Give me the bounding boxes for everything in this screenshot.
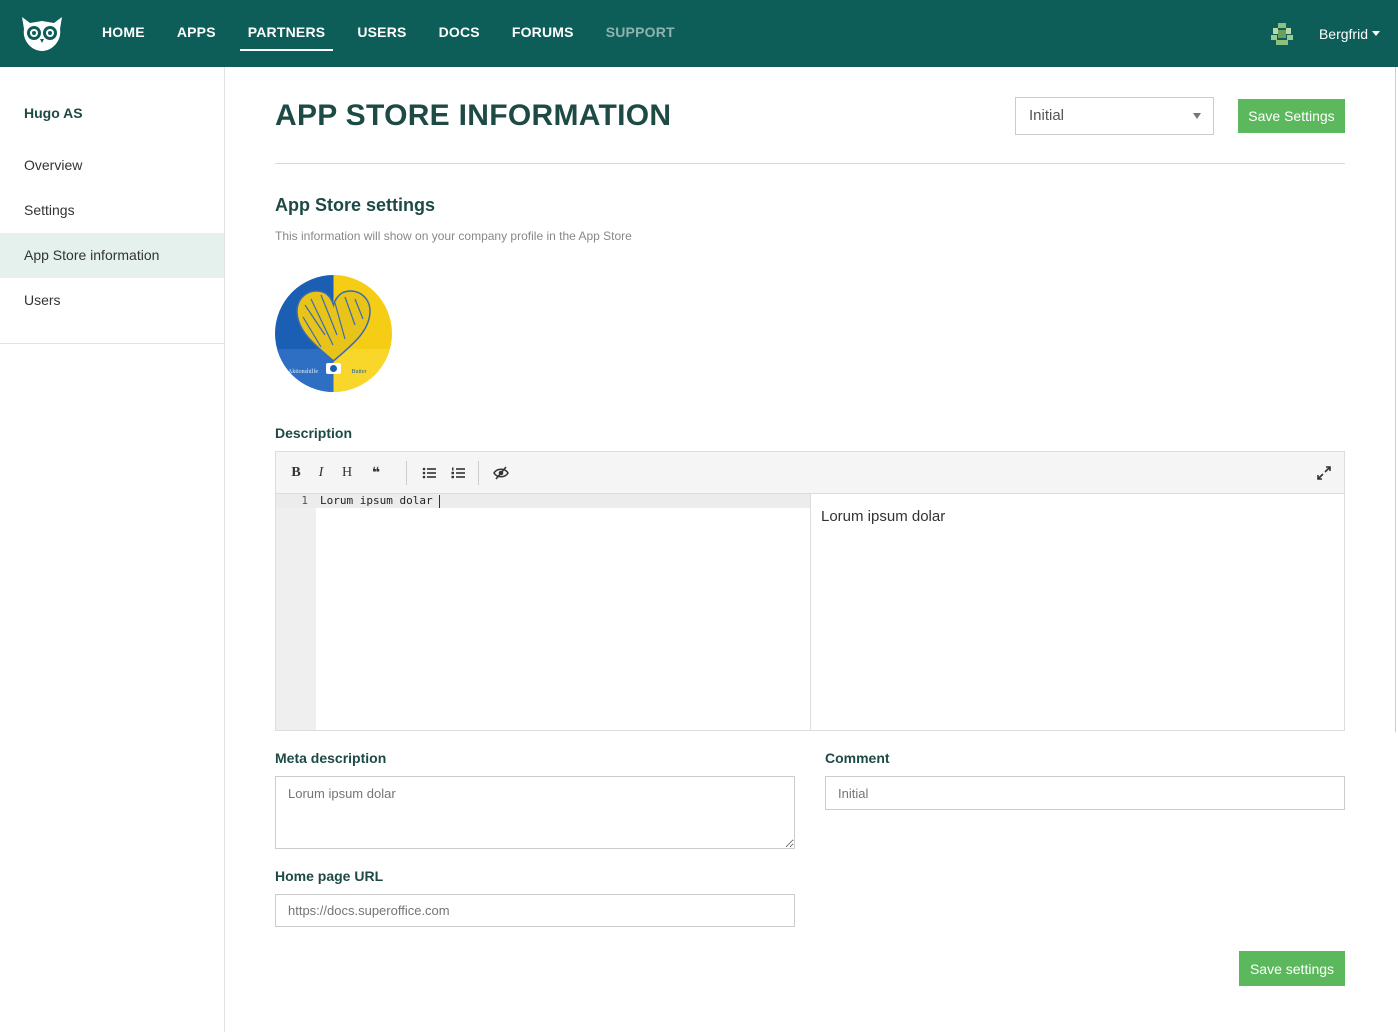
divider [275, 163, 1345, 164]
user-name[interactable]: Bergfrid [1319, 26, 1368, 42]
sidebar-item-users[interactable]: Users [0, 278, 224, 323]
status-select[interactable]: Initial [1015, 97, 1214, 135]
section-subtitle: This information will show on your compa… [275, 229, 632, 243]
editor-preview-text: Lorum ipsum dolar [821, 508, 946, 525]
nav-users[interactable]: USERS [357, 0, 406, 67]
editor-gutter [276, 494, 316, 730]
markdown-editor: B I H ❝ 1 Lorum ipsum dolar Lorum ipsum … [275, 451, 1345, 731]
nav-partners[interactable]: PARTNERS [239, 0, 333, 67]
bold-icon[interactable]: B [285, 462, 307, 484]
logo-caption-left: Aktionshilfe [288, 368, 318, 375]
meta-description-label: Meta description [275, 750, 387, 766]
toolbar-separator [406, 461, 407, 485]
editor-toolbar: B I H ❝ [276, 452, 1344, 494]
avatar [1270, 22, 1293, 45]
status-select-value: Initial [1029, 107, 1065, 124]
heading-icon[interactable]: H [336, 462, 358, 484]
scrollbar[interactable] [1395, 67, 1396, 732]
save-settings-bottom-button[interactable]: Save settings [1239, 951, 1345, 986]
italic-icon[interactable]: I [310, 462, 332, 484]
editor-code-text[interactable]: Lorum ipsum dolar [320, 494, 440, 508]
toolbar-separator [478, 461, 479, 485]
homepage-url-label: Home page URL [275, 868, 384, 884]
logo-caption-right: Butter [352, 369, 367, 375]
sidebar: Hugo AS Overview Settings App Store info… [0, 67, 225, 1032]
sidebar-item-settings[interactable]: Settings [0, 188, 224, 233]
section-title: App Store settings [275, 195, 436, 215]
text-cursor [438, 494, 440, 508]
page-title: APP STORE INFORMATION [275, 99, 672, 132]
editor-code-pane[interactable]: 1 Lorum ipsum dolar [276, 494, 811, 730]
company-logo-image[interactable]: Aktionshilfe Butter [275, 275, 392, 392]
sidebar-item-app-store-information[interactable]: App Store information [0, 233, 224, 278]
quote-icon[interactable]: ❝ [365, 462, 387, 484]
top-navbar: HOME APPS PARTNERS USERS DOCS FORUMS SUP… [0, 0, 1398, 67]
line-number: 1 [301, 494, 308, 507]
chevron-down-icon[interactable] [1372, 31, 1380, 36]
sidebar-menu: Overview Settings App Store information … [0, 143, 224, 323]
description-label: Description [275, 425, 353, 441]
editor-code-line: Lorum ipsum dolar [320, 494, 433, 507]
unordered-list-icon[interactable] [419, 462, 441, 484]
comment-label: Comment [825, 750, 890, 766]
ordered-list-icon[interactable] [448, 462, 470, 484]
nav-apps[interactable]: APPS [177, 0, 216, 67]
nav-home[interactable]: HOME [102, 0, 145, 67]
nav-docs[interactable]: DOCS [439, 0, 480, 67]
preview-toggle-icon[interactable] [490, 462, 512, 484]
chevron-down-icon [1193, 113, 1201, 119]
main-nav: HOME APPS PARTNERS USERS DOCS FORUMS SUP… [102, 0, 707, 67]
sidebar-divider [0, 343, 224, 344]
sidebar-item-overview[interactable]: Overview [0, 143, 224, 188]
save-settings-button[interactable]: Save Settings [1238, 99, 1345, 133]
meta-description-field[interactable] [275, 776, 795, 849]
editor-preview-pane: Lorum ipsum dolar [811, 494, 1344, 730]
user-menu[interactable]: Bergfrid [1270, 0, 1380, 67]
fullscreen-icon[interactable] [1313, 462, 1335, 484]
company-name: Hugo AS [24, 105, 83, 121]
owl-logo-icon[interactable] [18, 13, 66, 53]
comment-field[interactable] [825, 776, 1345, 810]
nav-support[interactable]: SUPPORT [606, 0, 675, 67]
nav-forums[interactable]: FORUMS [512, 0, 574, 67]
homepage-url-field[interactable] [275, 894, 795, 927]
